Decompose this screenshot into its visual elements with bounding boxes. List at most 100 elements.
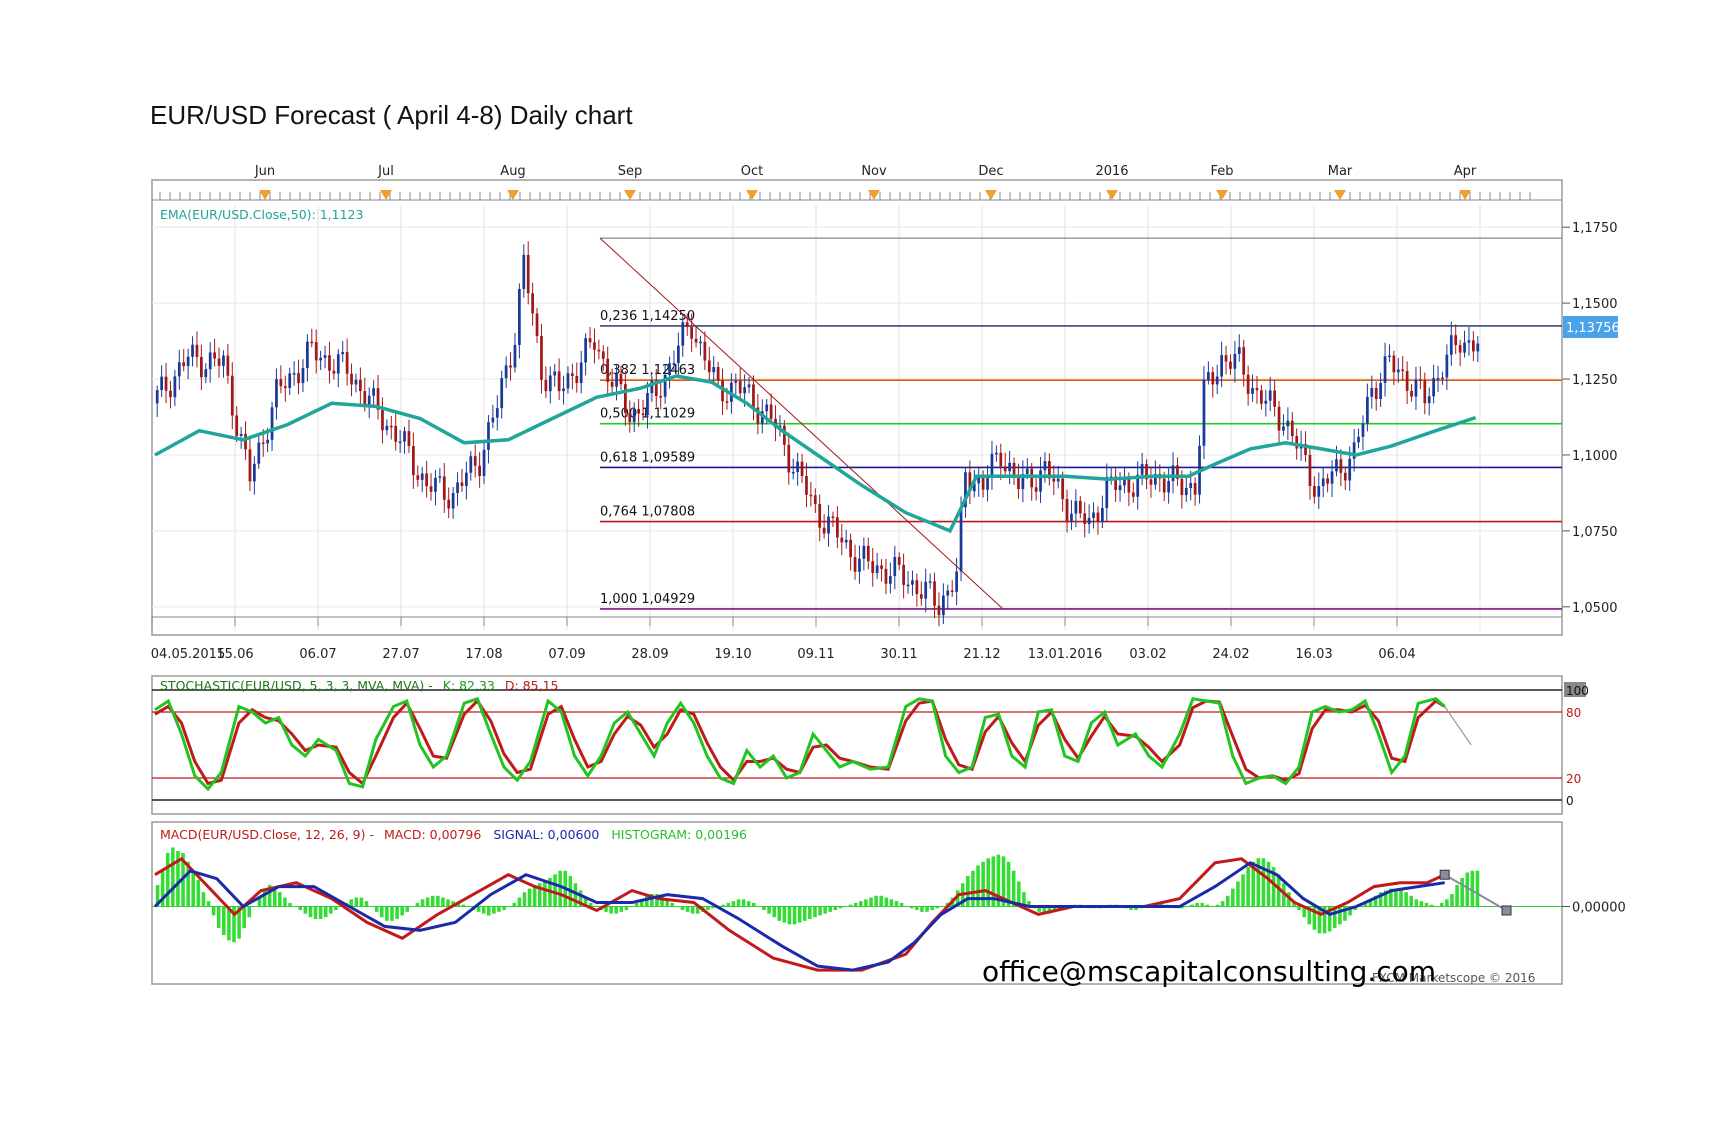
macd-value: MACD: 0,00796 <box>384 827 481 842</box>
candle-body <box>253 463 256 482</box>
candle-body <box>279 379 283 387</box>
histogram-bar <box>889 899 894 907</box>
candle-body <box>588 338 592 343</box>
candle-body <box>1065 499 1069 522</box>
candle-body <box>389 425 393 428</box>
candle-body <box>672 363 676 365</box>
candle-body <box>1463 342 1466 353</box>
month-label: Nov <box>861 164 887 179</box>
candle-body <box>950 590 954 592</box>
month-label: Mar <box>1328 164 1353 179</box>
candle-body <box>858 558 861 572</box>
candle-body <box>438 476 442 478</box>
histogram-bar <box>222 906 226 936</box>
histogram-bar <box>1261 858 1266 907</box>
histogram-bar <box>201 892 206 907</box>
candle-body <box>1379 382 1382 399</box>
histogram-bar <box>1399 890 1403 907</box>
candle-body <box>699 341 702 344</box>
candle-body <box>248 449 252 482</box>
candle-body <box>849 539 852 558</box>
candle-body <box>571 373 574 377</box>
candle-body <box>341 352 345 355</box>
candle-body <box>1167 481 1170 493</box>
candle-body <box>1224 355 1228 362</box>
candle-body <box>915 580 919 595</box>
histogram-bar <box>1241 874 1245 907</box>
candle-body <box>1396 369 1400 373</box>
histogram-bar <box>278 892 282 907</box>
candle-body <box>902 564 905 585</box>
macd-legend-prefix: MACD(EUR/USD.Close, 12, 26, 9) - <box>160 827 374 842</box>
candle-body <box>173 376 177 398</box>
candle-body <box>1233 353 1237 369</box>
candle-body <box>871 561 875 573</box>
candle-body <box>584 338 587 363</box>
candle-body <box>844 539 848 543</box>
candle-body <box>593 342 596 350</box>
fibonacci-level-label: 1,000 1,04929 <box>600 592 695 607</box>
histogram-bar <box>752 902 756 907</box>
candle-body <box>641 413 645 416</box>
histogram-bar <box>792 906 797 925</box>
signal-value: SIGNAL: 0,00600 <box>493 827 599 842</box>
candle-body <box>1242 347 1246 375</box>
histogram-bar <box>624 906 629 911</box>
histogram-bar <box>864 899 868 907</box>
candle-body <box>1184 487 1188 495</box>
candle-body <box>566 373 570 389</box>
stochastic-tick-label: 80 <box>1566 706 1581 720</box>
candle-body <box>1392 355 1396 373</box>
stochastic-tick-label: 100 <box>1566 684 1589 698</box>
histogram-bar <box>1439 902 1444 907</box>
macd-tick-label: 0,00000 <box>1572 901 1626 916</box>
stochastic-tick-label: 20 <box>1566 772 1581 786</box>
candle-body <box>836 517 839 538</box>
date-label: 30.11 <box>880 647 917 662</box>
histogram-bar <box>777 906 782 921</box>
month-label: Sep <box>618 164 643 179</box>
histogram-bar <box>1195 902 1199 907</box>
histogram-bar <box>1220 901 1225 907</box>
candle-body <box>796 461 799 472</box>
candle-body <box>1432 378 1435 397</box>
candle-body <box>177 362 181 377</box>
histogram-bar <box>308 906 313 918</box>
candle-body <box>1025 468 1029 475</box>
candle-body <box>491 417 495 423</box>
histogram-bar <box>706 906 710 911</box>
candle-body <box>1370 388 1374 397</box>
date-label: 06.04 <box>1378 647 1415 662</box>
candle-body <box>1105 476 1109 509</box>
candle-body <box>800 461 804 476</box>
candle-body <box>270 407 274 440</box>
candle-body <box>1282 426 1285 431</box>
candle-body <box>513 344 517 368</box>
candle-body <box>725 401 729 403</box>
candle-body <box>540 335 543 380</box>
candle-body <box>275 379 278 408</box>
candle-body <box>306 341 309 369</box>
date-label: 07.09 <box>548 647 585 662</box>
candle-body <box>244 433 247 450</box>
candle-body <box>668 363 671 375</box>
month-label: Apr <box>1454 164 1477 179</box>
candle-body <box>425 473 428 487</box>
histogram-bar <box>415 902 420 907</box>
candle-body <box>500 378 504 409</box>
candle-body <box>1056 478 1060 482</box>
candle-body <box>703 341 707 361</box>
date-label: 16.03 <box>1295 647 1332 662</box>
candle-body <box>1295 436 1299 449</box>
candle-body <box>1335 459 1338 472</box>
candle-body <box>1277 406 1281 431</box>
month-label: Feb <box>1210 164 1233 179</box>
candle-body <box>1078 500 1082 514</box>
stochastic-panel-frame <box>151 675 1563 815</box>
histogram-bar <box>512 902 517 907</box>
date-label: 03.02 <box>1129 647 1166 662</box>
histogram-bar <box>634 902 639 907</box>
histogram-bar <box>517 897 522 907</box>
candle-body <box>412 446 415 476</box>
candle-body <box>155 390 159 404</box>
